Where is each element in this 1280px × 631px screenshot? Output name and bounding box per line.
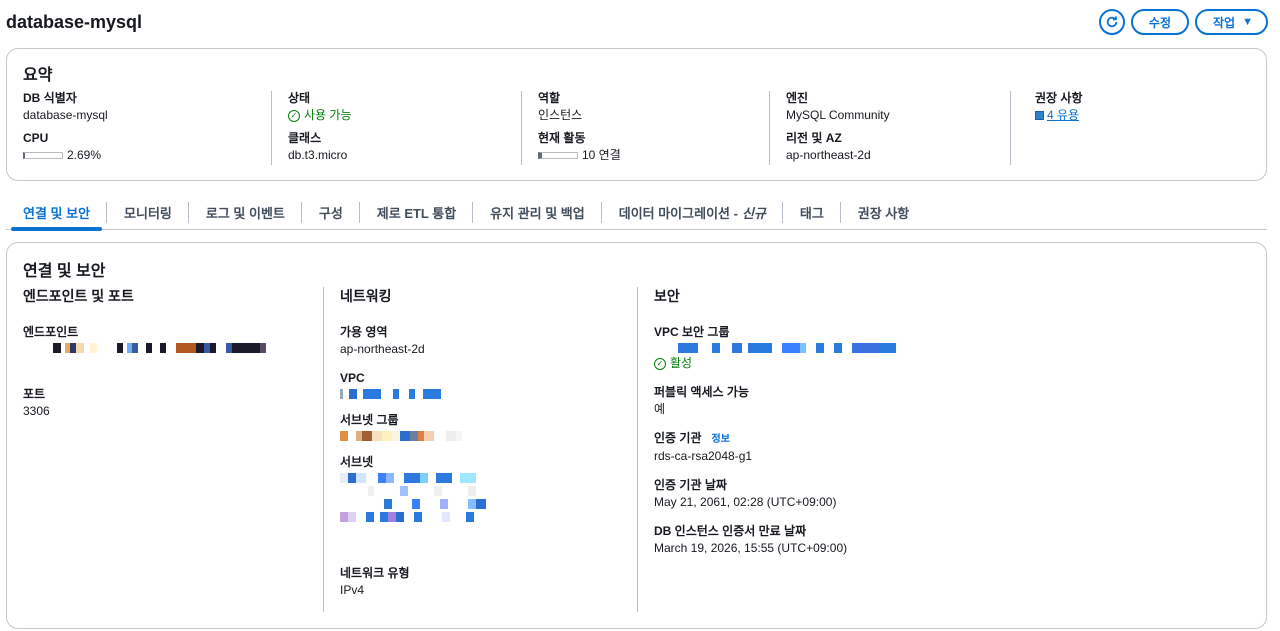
tab-logs-events[interactable]: 로그 및 이벤트 — [189, 196, 302, 229]
role-value: 인스턴스 — [538, 108, 583, 122]
sg-label: VPC 보안 그룹 — [654, 325, 730, 339]
summary-col-1: DB 식별자 database-mysql CPU 2.69% — [23, 91, 258, 165]
activity-label: 현재 활동 — [538, 131, 586, 145]
activity-value: 10 연결 — [582, 148, 621, 162]
actions-dropdown[interactable]: 작업 ▼ — [1195, 9, 1268, 35]
public-access-label: 퍼블릭 액세스 가능 — [654, 385, 749, 399]
db-id-label: DB 식별자 — [23, 91, 77, 105]
connections-bar — [538, 152, 578, 159]
caret-down-icon: ▼ — [1242, 16, 1253, 28]
cpu-value: 2.69% — [67, 148, 102, 162]
summary-panel: 요약 DB 식별자 database-mysql CPU 2.69% 상태 ✓ … — [6, 48, 1267, 181]
tab-label: 연결 및 보안 — [23, 206, 91, 221]
status-value: 사용 가능 — [304, 108, 352, 122]
ca-date-label: 인증 기관 날짜 — [654, 478, 727, 492]
subnet-group-label: 서브넷 그룹 — [340, 413, 399, 427]
ca-info-link[interactable]: 정보 — [712, 434, 730, 445]
tab-data-migration[interactable]: 데이터 마이그레이션 - 신규 — [602, 196, 783, 229]
status-label: 상태 — [288, 91, 311, 105]
sg-status: 활성 — [670, 356, 693, 370]
vpc-redacted-link[interactable] — [340, 389, 638, 399]
actions-label: 작업 — [1213, 15, 1236, 30]
tab-recommendations[interactable]: 권장 사항 — [841, 196, 926, 229]
class-label: 클래스 — [288, 131, 322, 145]
sg-redacted-link[interactable] — [678, 343, 1237, 353]
networking-column: 네트워킹 가용 영역 ap-northeast-2d VPC 서브넷 그룹 서브… — [323, 287, 638, 612]
port-value: 3306 — [23, 404, 50, 418]
security-heading: 보안 — [654, 288, 680, 304]
recommendations-link[interactable]: 4 유용 — [1035, 108, 1250, 123]
summary-col-4: 엔진 MySQL Community 리전 및 AZ ap-northeast-… — [769, 91, 1009, 165]
cert-expiry-value: March 19, 2026, 15:55 (UTC+09:00) — [654, 541, 848, 555]
vpc-label: VPC — [340, 371, 365, 385]
summary-col-3: 역할 인스턴스 현재 활동 10 연결 — [521, 91, 761, 165]
subnet-group-redacted-link[interactable] — [340, 431, 638, 441]
networking-heading: 네트워킹 — [340, 288, 392, 304]
endpoint-redacted-value[interactable] — [53, 343, 323, 353]
tab-maintenance-backup[interactable]: 유지 관리 및 백업 — [473, 196, 602, 229]
tab-label: 데이터 마이그레이션 - — [618, 206, 738, 221]
db-id-value: database-mysql — [23, 108, 108, 122]
new-tag: 신규 — [741, 206, 766, 221]
check-circle-icon: ✓ — [288, 109, 300, 122]
region-label: 리전 및 AZ — [786, 131, 842, 145]
edit-button[interactable]: 수정 — [1130, 9, 1190, 35]
az-label: 가용 영역 — [340, 325, 388, 339]
az-value: ap-northeast-2d — [340, 342, 425, 356]
tab-monitoring[interactable]: 모니터링 — [107, 196, 189, 229]
role-label: 역할 — [538, 91, 561, 105]
cert-expiry-label: DB 인스턴스 인증서 만료 날짜 — [654, 524, 807, 538]
summary-col-2: 상태 ✓ 사용 가능 클래스 db.t3.micro — [271, 91, 511, 165]
tab-zero-etl[interactable]: 제로 ETL 통합 — [360, 196, 474, 229]
page-header: database-mysql 수정 작업 ▼ — [6, 8, 1268, 36]
connectivity-title: 연결 및 보안 — [23, 263, 106, 280]
endpoint-label: 엔드포인트 — [23, 325, 79, 339]
ca-label: 인증 기관 — [654, 431, 702, 445]
refresh-icon — [1106, 16, 1118, 28]
header-actions: 수정 작업 ▼ — [1098, 9, 1268, 35]
recommendations-label: 권장 사항 — [1035, 91, 1083, 105]
network-type-value: IPv4 — [340, 583, 365, 597]
summary-col-5: 권장 사항 4 유용 — [1010, 91, 1250, 165]
network-type-label: 네트워크 유형 — [340, 566, 410, 580]
recommendation-icon — [1035, 111, 1044, 120]
public-access-value: 예 — [654, 402, 666, 416]
engine-label: 엔진 — [786, 91, 809, 105]
port-label: 포트 — [23, 387, 46, 401]
tab-tags[interactable]: 태그 — [783, 196, 841, 229]
page-title: database-mysql — [6, 11, 143, 32]
subnets-label: 서브넷 — [340, 455, 374, 469]
tab-bar: 연결 및 보안 모니터링 로그 및 이벤트 구성 제로 ETL 통합 유지 관리… — [6, 196, 1267, 231]
tab-label: 구성 — [318, 206, 343, 221]
endpoint-column: 엔드포인트 및 포트 엔드포인트 포트 3306 — [23, 287, 323, 612]
security-column: 보안 VPC 보안 그룹 ✓ 활성 퍼블릭 액세스 가능 예 인증 기관 정보 … — [637, 287, 1237, 612]
region-value: ap-northeast-2d — [786, 148, 871, 162]
cpu-label: CPU — [23, 131, 49, 145]
tab-label: 모니터링 — [124, 206, 172, 221]
subnets-redacted-list[interactable] — [340, 473, 638, 522]
tab-label: 제로 ETL 통합 — [376, 206, 457, 221]
recommendations-value: 4 유용 — [1047, 108, 1080, 122]
tab-label: 로그 및 이벤트 — [205, 206, 285, 221]
class-value: db.t3.micro — [288, 148, 348, 162]
connectivity-panel: 연결 및 보안 엔드포인트 및 포트 엔드포인트 포트 3306 네트워킹 가용… — [6, 242, 1267, 629]
check-circle-icon: ✓ — [654, 357, 666, 370]
refresh-button[interactable] — [1098, 9, 1125, 35]
tab-label: 유지 관리 및 백업 — [490, 206, 585, 221]
ca-date-value: May 21, 2061, 02:28 (UTC+09:00) — [654, 495, 837, 509]
ca-value: rds-ca-rsa2048-g1 — [654, 449, 753, 463]
tab-label: 태그 — [799, 206, 824, 221]
endpoint-heading: 엔드포인트 및 포트 — [23, 288, 134, 304]
cpu-usage-bar — [23, 152, 63, 159]
tab-configuration[interactable]: 구성 — [302, 196, 360, 229]
engine-value: MySQL Community — [786, 108, 890, 122]
summary-title: 요약 — [23, 67, 53, 84]
tab-connectivity-security[interactable]: 연결 및 보안 — [6, 196, 108, 231]
tab-label: 권장 사항 — [857, 206, 910, 221]
